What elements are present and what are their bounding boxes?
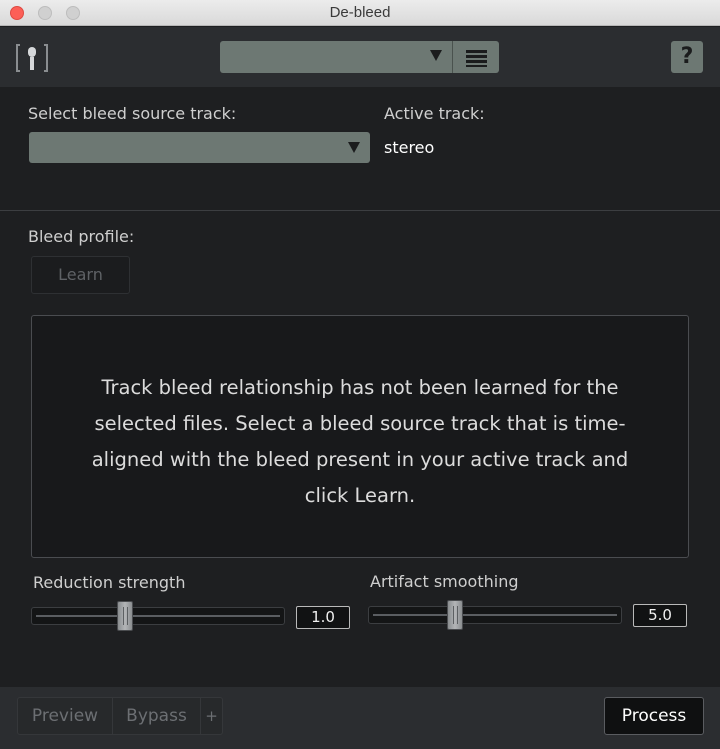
window-title: De-bleed xyxy=(329,4,391,21)
message-box: Track bleed relationship has not been le… xyxy=(31,315,689,558)
learn-button[interactable]: Learn xyxy=(31,256,130,294)
active-track-label: Active track: xyxy=(384,104,485,123)
toolbar: ? xyxy=(0,27,720,87)
title-bar: De-bleed xyxy=(0,0,720,26)
preset-select[interactable] xyxy=(220,41,452,73)
help-button[interactable]: ? xyxy=(671,41,703,73)
help-icon: ? xyxy=(680,44,694,69)
reduction-strength-thumb[interactable] xyxy=(117,601,133,631)
process-button[interactable]: Process xyxy=(604,697,704,735)
artifact-smoothing-slider[interactable] xyxy=(368,600,622,630)
footer-bar: Preview Bypass + Process xyxy=(0,687,720,749)
bleed-message-text: Track bleed relationship has not been le… xyxy=(91,376,629,507)
microphone-icon[interactable] xyxy=(14,42,50,74)
reduction-strength-slider[interactable] xyxy=(31,601,285,631)
add-button[interactable]: + xyxy=(200,697,223,735)
active-track-value: stereo xyxy=(384,138,435,157)
slider-groove xyxy=(373,614,617,616)
bypass-button[interactable]: Bypass xyxy=(112,697,201,735)
source-track-label: Select bleed source track: xyxy=(28,104,237,123)
dropdown-arrow-icon xyxy=(430,50,442,61)
artifact-smoothing-value[interactable]: 5.0 xyxy=(633,604,687,627)
reduction-strength-value[interactable]: 1.0 xyxy=(296,606,350,629)
bleed-profile-label: Bleed profile: xyxy=(28,227,135,246)
dropdown-arrow-icon xyxy=(348,142,360,153)
main-panel: Select bleed source track: Active track:… xyxy=(0,87,720,687)
slider-groove xyxy=(36,615,280,617)
artifact-smoothing-thumb[interactable] xyxy=(447,600,463,630)
preview-button[interactable]: Preview xyxy=(17,697,113,735)
reduction-strength-label: Reduction strength xyxy=(33,573,186,592)
artifact-smoothing-label: Artifact smoothing xyxy=(370,572,519,591)
section-divider xyxy=(0,210,720,211)
preset-menu-button[interactable] xyxy=(452,41,499,73)
bleed-source-select[interactable] xyxy=(29,132,370,163)
